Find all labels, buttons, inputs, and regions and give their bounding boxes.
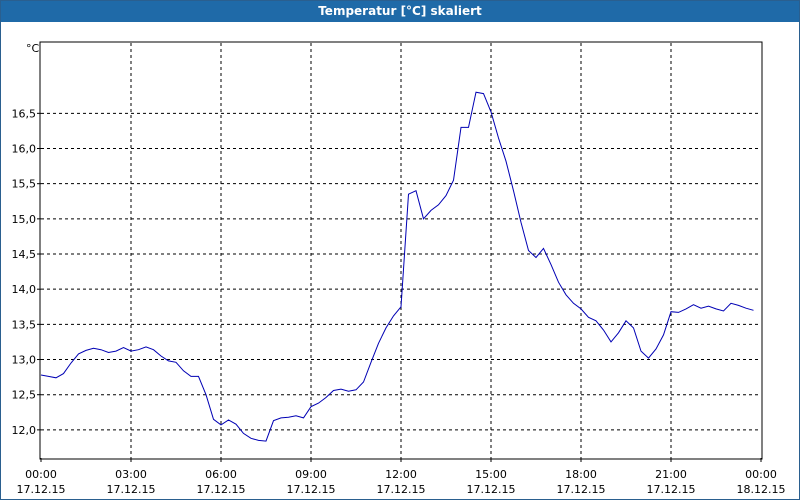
x-tick-date-label: 17.12.15 — [107, 483, 156, 496]
temperature-chart: 12,0 12,5 13,0 13,5 14,0 14,5 15,0 15,5 16,0 16,5… — [12, 41, 786, 496]
x-tick-date-label: 17.12.15 — [557, 483, 606, 496]
y-tick-label: 12,0 — [12, 424, 37, 437]
x-tick-time-label: 03:00 — [115, 468, 147, 481]
x-tick-date-label: 17.12.15 — [17, 483, 66, 496]
y-tick-label: 14,5 — [12, 248, 37, 261]
x-tick-time-label: 09:00 — [295, 468, 327, 481]
x-tick-time-label: 12:00 — [385, 468, 417, 481]
x-tick-date-label: 17.12.15 — [377, 483, 426, 496]
x-tick-date-label: 17.12.15 — [197, 483, 246, 496]
y-tick-label: 16,5 — [12, 107, 37, 120]
window-title: Temperatur [°C] skaliert — [1, 1, 799, 22]
y-tick-label: 13,0 — [12, 354, 37, 367]
x-axis-ticks: 00:00 17.12.15 03:00 17.12.15 06:00 17.12.15 0… — [17, 458, 786, 496]
x-tick-time-label: 15:00 — [475, 468, 507, 481]
y-tick-label: 13,5 — [12, 318, 37, 331]
x-tick-time-label: 06:00 — [205, 468, 237, 481]
y-tick-label: 15,5 — [12, 178, 37, 191]
chart-window: Temperatur [°C] skaliert 12,0 12,5 13,0 13,… — [0, 0, 800, 500]
y-axis-unit-label: °C — [26, 42, 40, 55]
x-tick-time-label: 00:00 — [745, 468, 777, 481]
y-tick-label: 14,0 — [12, 283, 37, 296]
x-tick-time-label: 21:00 — [655, 468, 687, 481]
y-axis-ticks: 12,0 12,5 13,0 13,5 14,0 14,5 15,0 15,5 16,0 16,5 — [12, 107, 41, 437]
x-tick-time-label: 18:00 — [565, 468, 597, 481]
x-tick-time-label: 00:00 — [25, 468, 57, 481]
y-tick-label: 16,0 — [12, 143, 37, 156]
y-tick-label: 12,5 — [12, 389, 37, 402]
x-tick-date-label: 17.12.15 — [287, 483, 336, 496]
x-tick-date-label: 17.12.15 — [647, 483, 696, 496]
x-tick-date-label: 17.12.15 — [467, 483, 516, 496]
x-tick-date-label: 18.12.15 — [737, 483, 786, 496]
y-tick-label: 15,0 — [12, 213, 37, 226]
